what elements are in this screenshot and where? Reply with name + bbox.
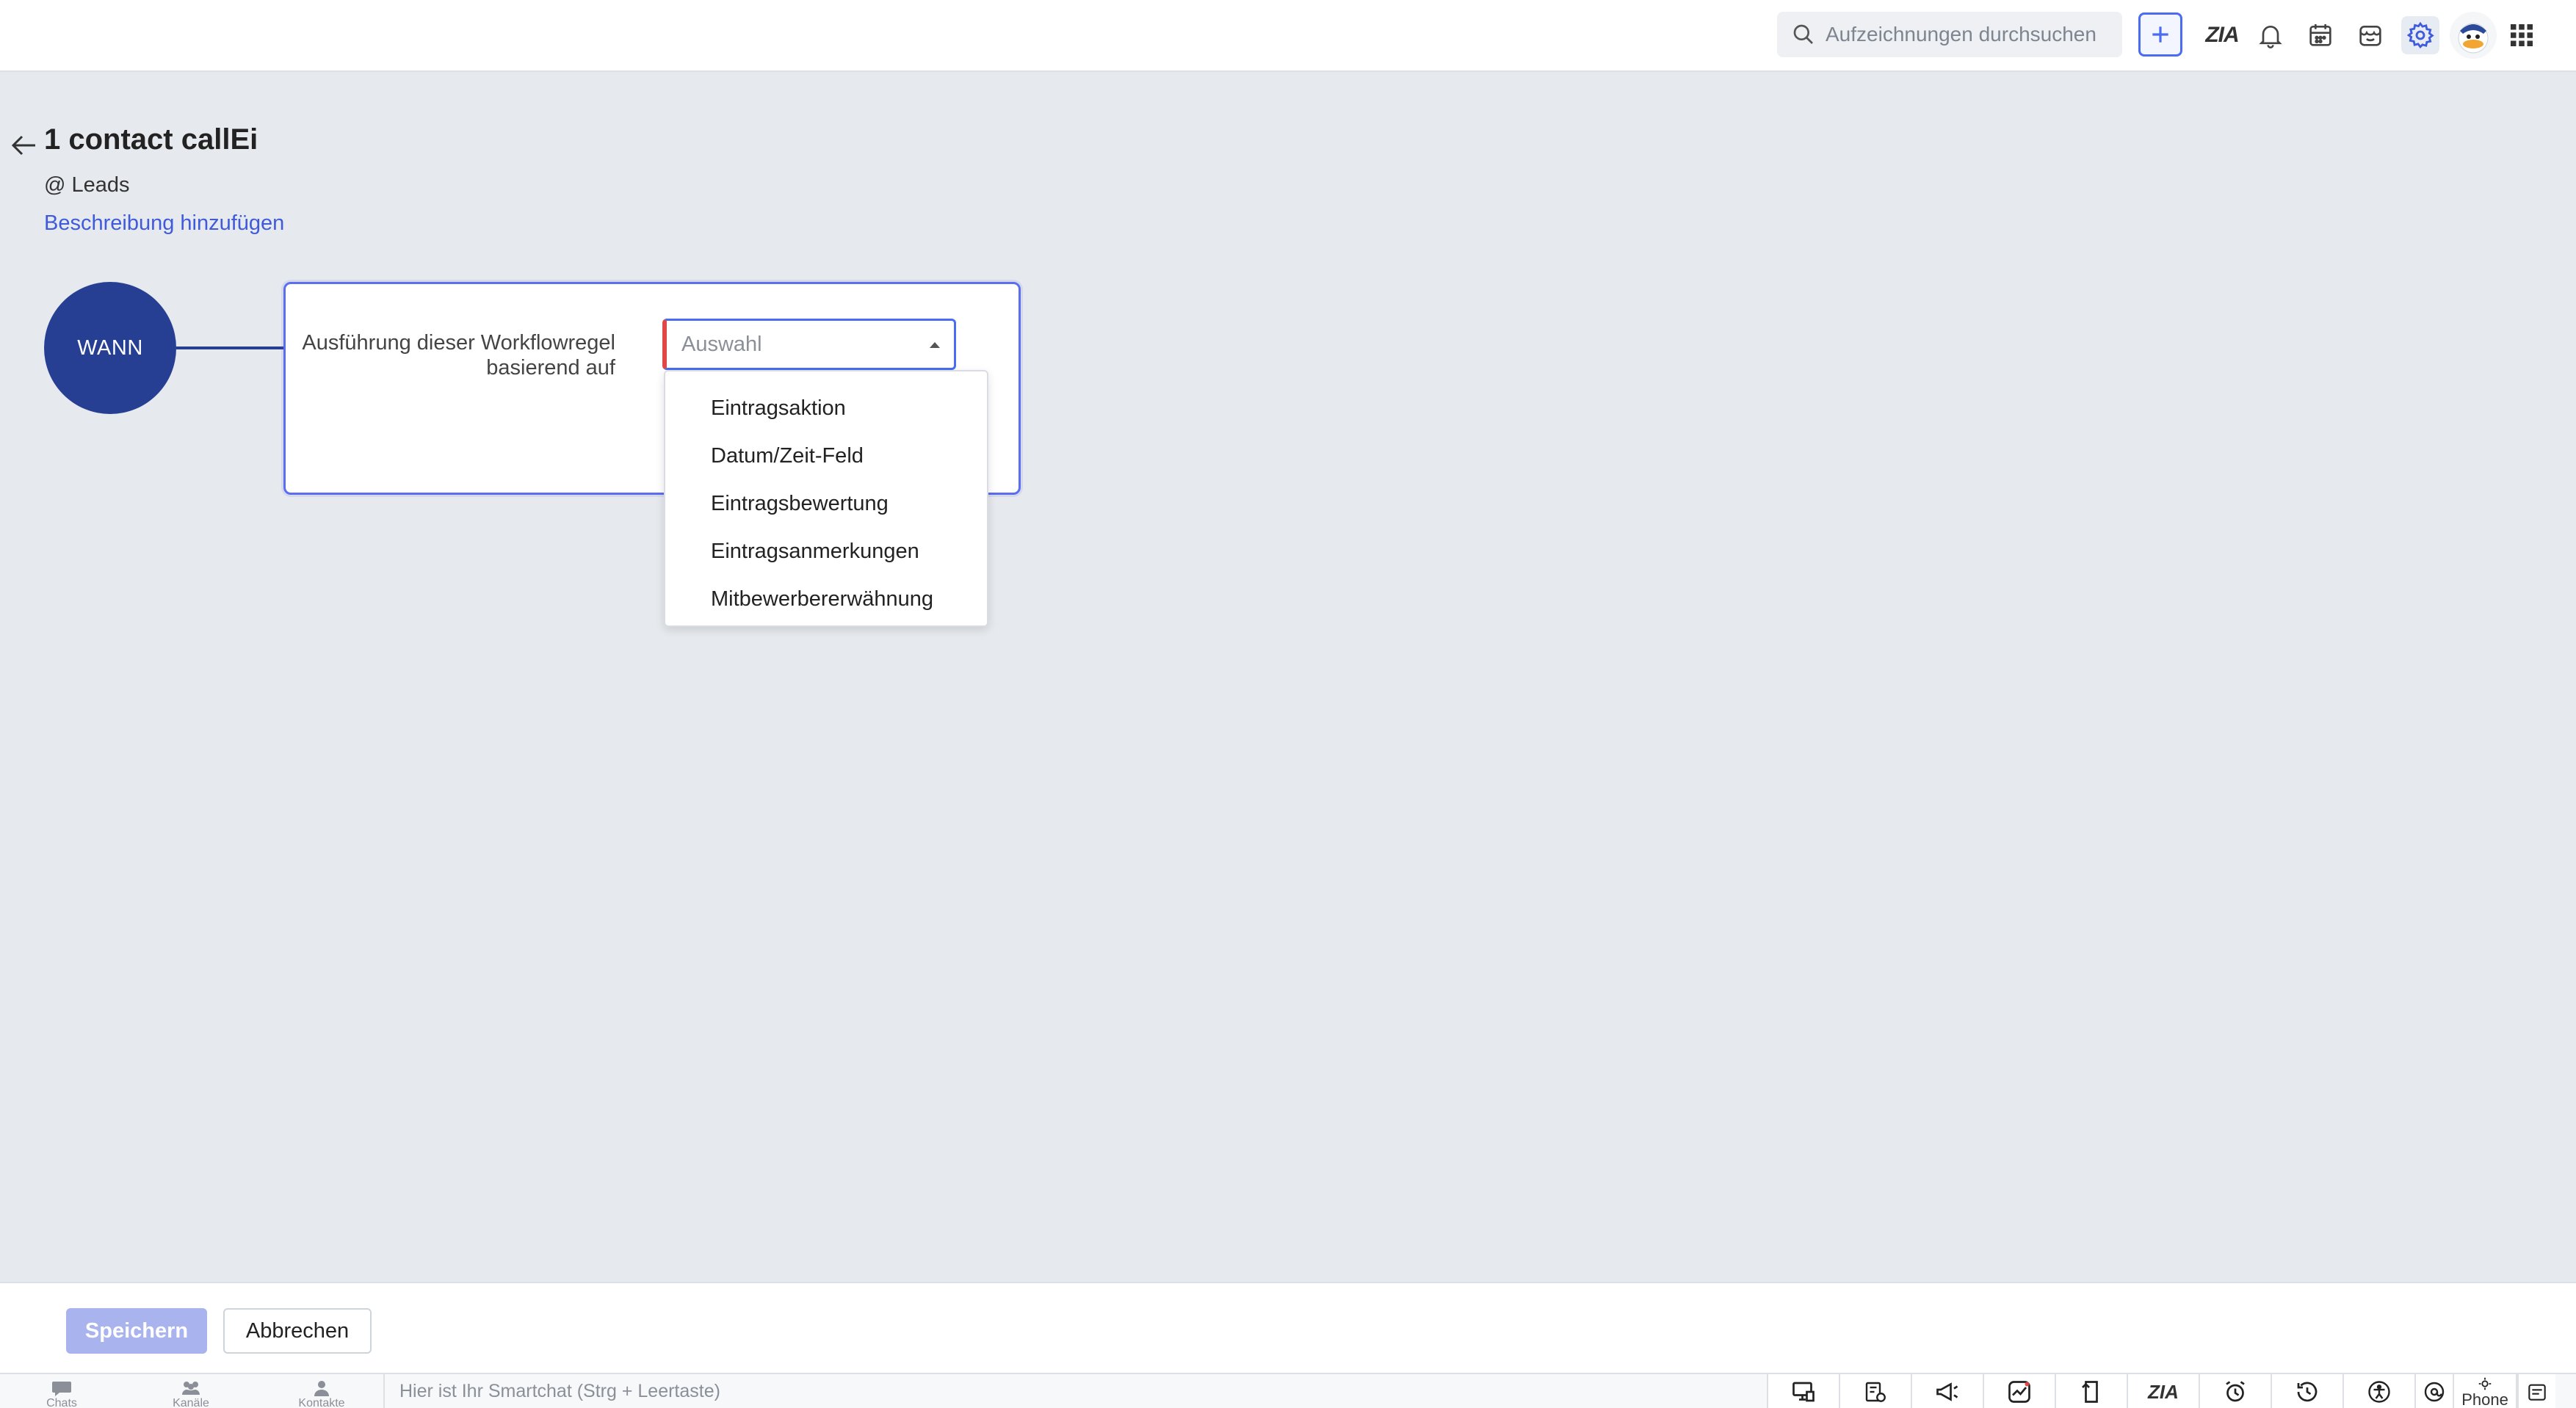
accessibility-icon [2368, 1381, 2390, 1403]
apps-grid-icon [2511, 24, 2533, 46]
add-icon [2152, 26, 2168, 43]
search-icon [1793, 24, 1813, 44]
tool-zia[interactable]: ZIA [2127, 1374, 2199, 1408]
dropdown-option-record-score[interactable]: Eintragsbewertung [665, 480, 987, 528]
megaphone-icon [1936, 1382, 1958, 1401]
document-arrow-icon [2082, 1381, 2098, 1403]
dropdown-option-competitor-mention[interactable]: Mitbewerbererwähnung [665, 576, 987, 623]
select-placeholder: Auswahl [681, 332, 762, 356]
add-description-link[interactable]: Beschreibung hinzufügen [44, 211, 284, 236]
global-search[interactable] [1777, 12, 2122, 57]
tool-tasks[interactable] [1839, 1374, 1911, 1408]
marketplace-button[interactable] [2351, 16, 2389, 54]
bottom-nav-channels[interactable]: Kanäle [147, 1374, 235, 1408]
cancel-button[interactable]: Abbrechen [223, 1308, 372, 1354]
bell-icon [2259, 26, 2282, 48]
zia-button[interactable]: ZIA [2203, 16, 2241, 54]
tool-bookmarks[interactable] [2055, 1374, 2127, 1408]
footer-actions: Speichern Abbrechen [0, 1282, 2576, 1373]
add-button[interactable] [2138, 12, 2182, 57]
tool-accessibility[interactable] [2342, 1374, 2414, 1408]
search-input[interactable] [1826, 23, 2119, 46]
screen-share-icon [1792, 1382, 1815, 1402]
notifications-button[interactable] [2251, 16, 2290, 54]
phone-label: Phone [2461, 1390, 2508, 1408]
zia-icon: ZIA [2148, 1380, 2179, 1403]
apps-button[interactable] [2503, 16, 2541, 54]
tool-notepad[interactable] [2517, 1374, 2555, 1408]
phone-settings-icon [2478, 1377, 2492, 1390]
tool-campaigns[interactable] [1911, 1374, 1983, 1408]
analytics-icon [2008, 1381, 2030, 1403]
save-button[interactable]: Speichern [66, 1308, 207, 1354]
task-settings-icon [1865, 1382, 1886, 1402]
dropdown-option-datetime-field[interactable]: Datum/Zeit-Feld [665, 432, 987, 480]
page-title: 1 contact callEi [44, 123, 258, 156]
notepad-icon [2528, 1384, 2546, 1401]
tool-recent-items[interactable] [2271, 1374, 2342, 1408]
bottom-nav-label: Kontakte [298, 1397, 345, 1408]
settings-button[interactable] [2401, 16, 2439, 54]
bottom-nav-contacts[interactable]: Kontakte [278, 1374, 366, 1408]
rule-trigger-label: Ausführung dieser Workflowregel basieren… [302, 331, 615, 380]
user-avatar[interactable] [2450, 12, 2497, 59]
history-icon [2297, 1382, 2318, 1402]
caret-up-icon [930, 342, 940, 348]
trigger-dropdown: Eintragsaktion Datum/Zeit-Feld Eintragsb… [664, 370, 988, 627]
bottom-nav-chats[interactable]: Chats [18, 1374, 106, 1408]
dropdown-option-record-notes[interactable]: Eintragsanmerkungen [665, 528, 987, 576]
dropdown-option-record-action[interactable]: Eintragsaktion [665, 385, 987, 432]
bottom-nav-label: Chats [46, 1397, 77, 1408]
zia-icon: ZIA [2205, 23, 2239, 47]
tool-remote-support[interactable] [1767, 1374, 1839, 1408]
chat-icon [52, 1382, 71, 1396]
at-mention-icon [2424, 1382, 2445, 1402]
smartchat-bar[interactable] [383, 1374, 1767, 1408]
tool-reminders[interactable] [2199, 1374, 2271, 1408]
smartchat-input[interactable] [385, 1374, 1767, 1408]
tool-analytics[interactable] [1983, 1374, 2055, 1408]
bottom-bar: Chats Kanäle Kontakte Hier ist Ihr Smart… [0, 1373, 2576, 1408]
calendar-button[interactable] [2301, 16, 2340, 54]
contacts-icon [314, 1381, 329, 1396]
calendar-icon [2309, 24, 2331, 46]
trigger-select[interactable]: Auswahl [662, 319, 956, 370]
tool-phone[interactable]: Phone [2453, 1374, 2517, 1408]
channels-icon [182, 1382, 200, 1395]
avatar-image-icon [2458, 23, 2489, 54]
back-arrow-icon[interactable] [9, 132, 38, 159]
bottom-nav-label: Kanäle [173, 1397, 209, 1408]
top-bar: ZIA [0, 0, 2576, 72]
marketplace-icon [2359, 26, 2381, 46]
tool-mentions[interactable] [2414, 1374, 2453, 1408]
alarm-clock-icon [2226, 1381, 2245, 1402]
when-node: WANN [44, 282, 176, 414]
when-label: WANN [77, 335, 143, 360]
bottom-tools: ZIA Phone [1767, 1374, 2555, 1408]
module-label: @ Leads [44, 173, 130, 197]
when-connector-line [176, 346, 283, 349]
gear-icon [2406, 21, 2434, 48]
